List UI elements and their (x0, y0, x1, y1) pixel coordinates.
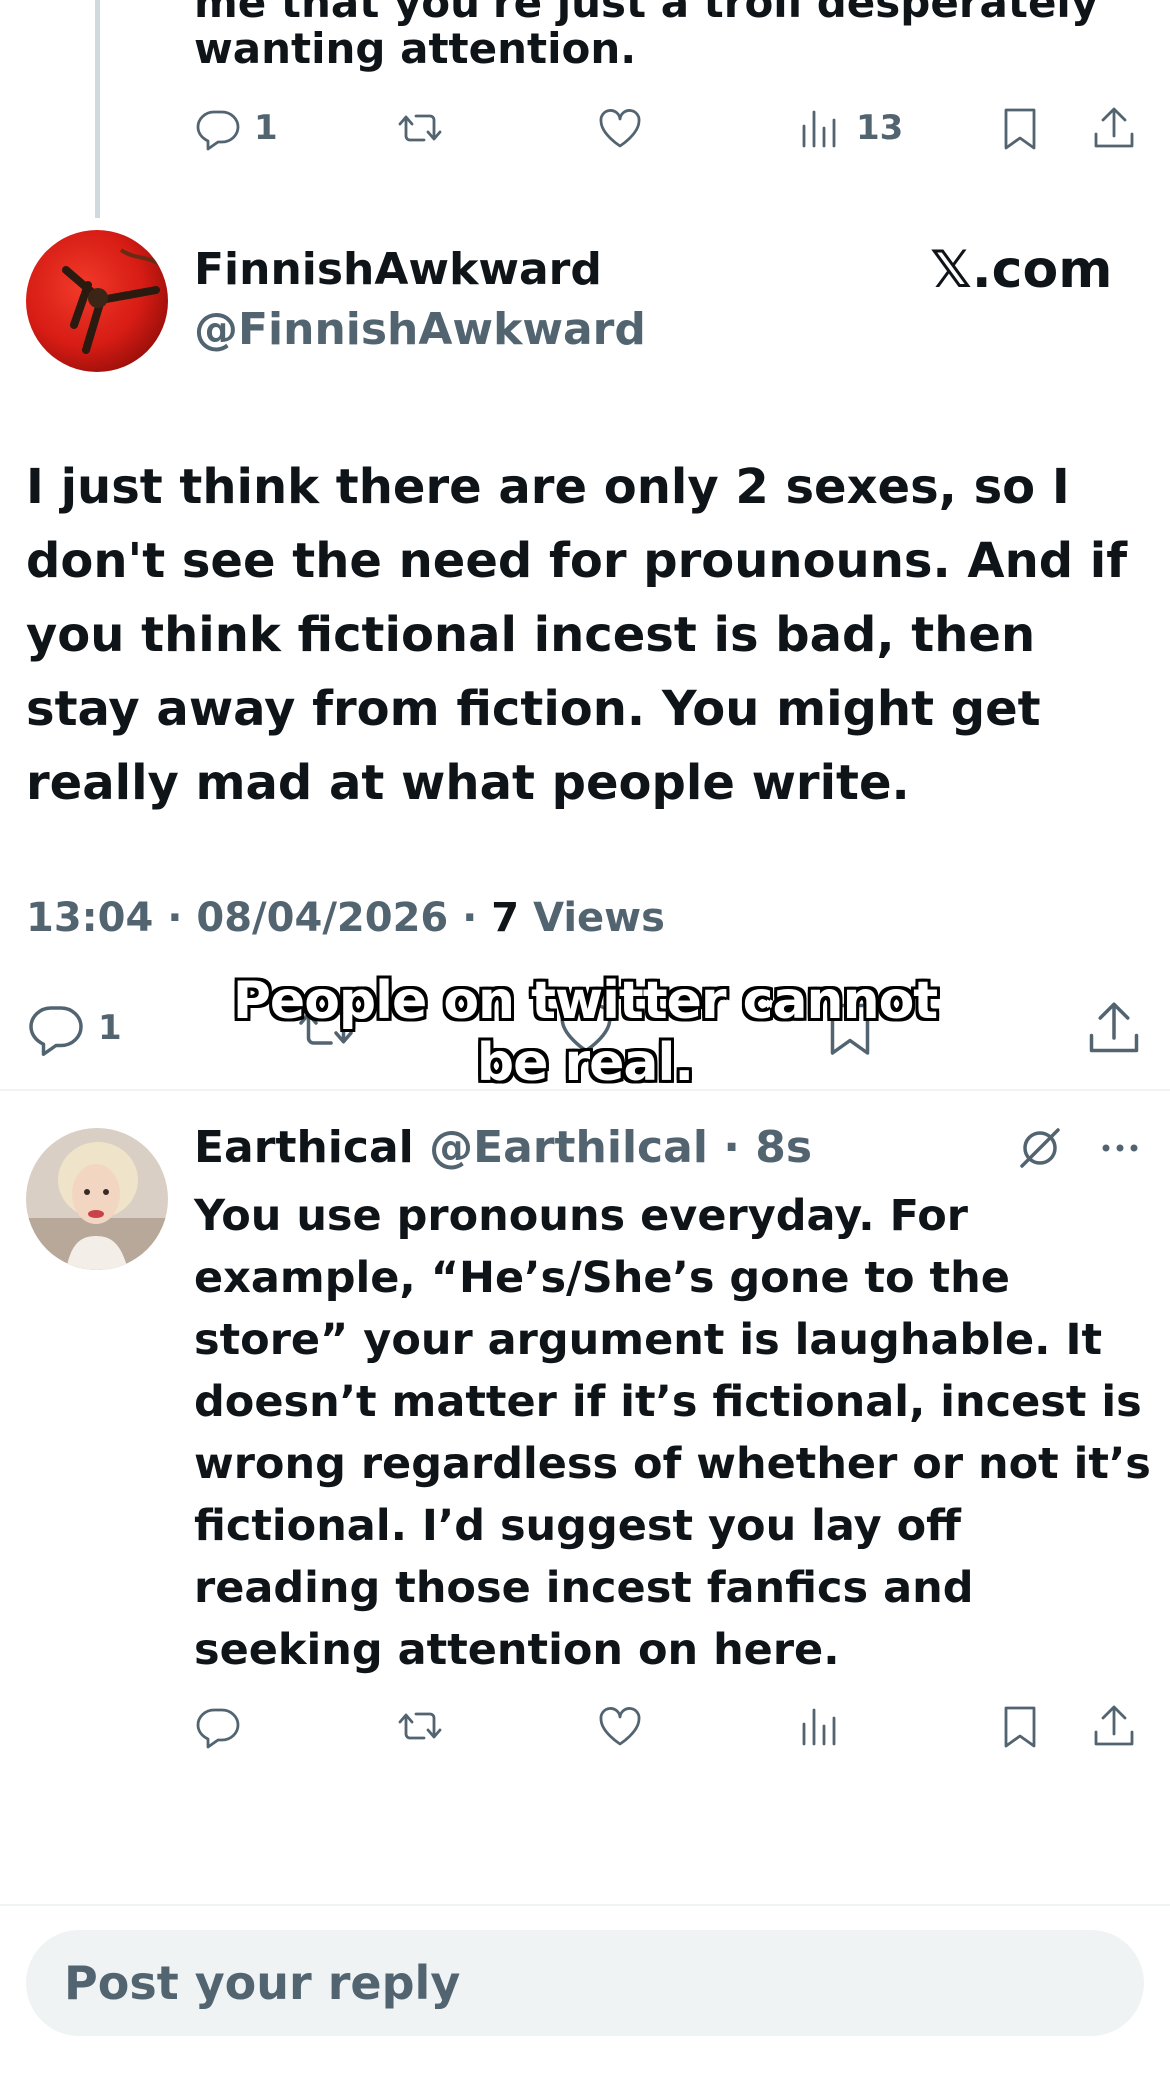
previous-tweet-text: wanting attention. (194, 24, 637, 73)
bookmark-icon (1004, 1706, 1036, 1748)
grok-icon (1020, 1128, 1060, 1168)
repost-icon (398, 1712, 442, 1740)
avatar-earthical[interactable] (26, 1128, 168, 1270)
reply-separator: · (707, 1122, 756, 1173)
previous-tweet-cut-text: me that you're just a troll desperately (194, 0, 1099, 27)
tweet-time: 13:04 (26, 895, 154, 941)
reply-share-button[interactable] (1090, 1702, 1138, 1750)
heart-icon (599, 109, 641, 148)
reply-input-placeholder[interactable]: Post your reply (64, 1956, 460, 2010)
tweet-views-count: 7 (491, 895, 520, 941)
tweet-meta: 13:04 · 08/04/2026 · 7 Views (26, 895, 665, 941)
reply-author: Earthical @Earthilcal · 8s (194, 1122, 812, 1173)
tweet-date: 08/04/2026 (196, 895, 449, 941)
reply-bookmark-button[interactable] (996, 1702, 1044, 1750)
prev-reply-count: 1 (254, 108, 278, 148)
avatar-finnishawkward[interactable] (26, 230, 168, 372)
views-icon (802, 110, 836, 148)
reply-display-name[interactable]: Earthical (194, 1122, 414, 1173)
divider (0, 1089, 1170, 1091)
main-share-button[interactable] (1084, 998, 1144, 1058)
views-icon (802, 1708, 836, 1746)
thread-line (95, 0, 100, 218)
divider (0, 1904, 1170, 1906)
share-icon (1089, 1002, 1139, 1053)
display-name[interactable]: FinnishAwkward (194, 244, 602, 295)
prev-reply-button[interactable]: 1 (194, 104, 278, 152)
bookmark-icon (1004, 108, 1036, 150)
avatar-image (26, 1128, 168, 1270)
grok-button[interactable] (1016, 1124, 1064, 1176)
reply-repost-button[interactable] (396, 1702, 444, 1750)
prev-bookmark-button[interactable] (996, 104, 1044, 152)
reply-like-button[interactable] (596, 1702, 644, 1750)
video-caption: People on twitter cannot be real. (232, 971, 938, 1093)
main-reply-button[interactable]: 1 (26, 998, 122, 1058)
reply-age: 8s (755, 1122, 813, 1173)
avatar-image (26, 230, 168, 372)
reply-icon (29, 1006, 83, 1056)
prev-share-button[interactable] (1090, 104, 1138, 152)
share-icon (1094, 107, 1134, 148)
main-tweet-text: I just think there are only 2 sexes, so … (26, 459, 1128, 811)
tweet-views-label[interactable]: Views (533, 895, 665, 941)
reply-icon (196, 110, 240, 151)
user-handle[interactable]: @FinnishAwkward (194, 304, 646, 355)
repost-icon (398, 114, 442, 142)
main-reply-count: 1 (98, 1008, 122, 1048)
reply-views-button[interactable] (796, 1702, 844, 1750)
reply-handle[interactable]: @Earthilcal (429, 1122, 708, 1173)
reply-reply-button[interactable] (194, 1702, 242, 1750)
prev-repost-button[interactable] (396, 104, 444, 152)
x-watermark: 𝕏.com (930, 240, 1113, 300)
heart-icon (599, 1707, 641, 1746)
share-icon (1094, 1705, 1134, 1746)
reply-text: You use pronouns everyday. For example, … (194, 1191, 1151, 1675)
reply-icon (196, 1708, 240, 1749)
prev-views-count: 13 (856, 108, 904, 148)
more-options-button[interactable] (1096, 1124, 1144, 1176)
more-icon (1102, 1144, 1138, 1152)
prev-like-button[interactable] (596, 104, 644, 152)
prev-views-button[interactable]: 13 (796, 104, 903, 152)
